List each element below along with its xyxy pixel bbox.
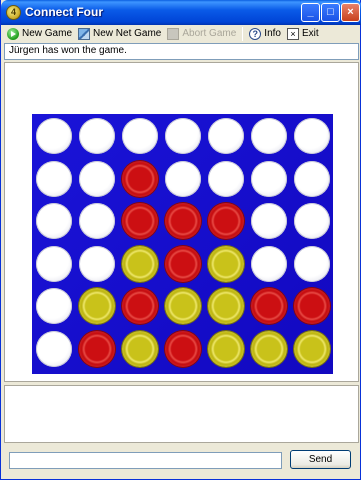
board-cell-red[interactable] bbox=[122, 203, 158, 240]
status-message: Jürgen has won the game. bbox=[4, 43, 359, 60]
board-cell-empty[interactable] bbox=[294, 245, 330, 282]
board-cell-red[interactable] bbox=[122, 288, 158, 325]
board-cell-red[interactable] bbox=[208, 203, 244, 240]
maximize-button[interactable]: □ bbox=[321, 3, 340, 22]
board-cell-empty[interactable] bbox=[122, 118, 158, 154]
board-cell-empty[interactable] bbox=[36, 245, 72, 282]
app-icon: 4 bbox=[6, 5, 21, 20]
board-cell-empty[interactable] bbox=[294, 203, 330, 240]
minimize-button[interactable]: _ bbox=[301, 3, 320, 22]
abort-game-label: Abort Game bbox=[182, 28, 237, 39]
exit-label: Exit bbox=[301, 28, 319, 39]
board-cell-empty[interactable] bbox=[79, 203, 115, 240]
board-cell-yellow[interactable] bbox=[294, 331, 330, 367]
board-cell-empty[interactable] bbox=[36, 331, 72, 367]
close-button[interactable]: × bbox=[341, 3, 360, 22]
board-cell-yellow[interactable] bbox=[251, 331, 287, 367]
board-cell-empty[interactable] bbox=[251, 203, 287, 240]
board-cell-empty[interactable] bbox=[36, 118, 72, 154]
board-cell-red[interactable] bbox=[165, 203, 201, 240]
board-cell-empty[interactable] bbox=[165, 160, 201, 197]
exit-icon: × bbox=[286, 27, 299, 40]
toolbar: New Game New Net Game Abort Game ? Info … bbox=[4, 25, 359, 42]
board-cell-red[interactable] bbox=[251, 288, 287, 325]
board-cell-yellow[interactable] bbox=[122, 245, 158, 282]
send-button[interactable]: Send bbox=[290, 450, 351, 469]
board-cell-empty[interactable] bbox=[79, 118, 115, 154]
board-cell-yellow[interactable] bbox=[208, 288, 244, 325]
board-panel bbox=[4, 62, 359, 382]
board-cell-empty[interactable] bbox=[294, 118, 330, 154]
board-cell-empty[interactable] bbox=[294, 160, 330, 197]
board-cell-yellow[interactable] bbox=[79, 288, 115, 325]
toolbar-separator bbox=[242, 26, 244, 41]
window-title: Connect Four bbox=[25, 5, 103, 19]
board-cell-empty[interactable] bbox=[251, 118, 287, 154]
board-cell-empty[interactable] bbox=[251, 245, 287, 282]
new-net-game-label: New Net Game bbox=[93, 28, 162, 39]
board-cell-empty[interactable] bbox=[165, 118, 201, 154]
board-cell-red[interactable] bbox=[165, 245, 201, 282]
game-window: 4 Connect Four _ □ × New Game New Net Ga… bbox=[0, 0, 361, 480]
new-game-button[interactable]: New Game bbox=[4, 25, 75, 42]
board-cell-red[interactable] bbox=[165, 331, 201, 367]
exit-button[interactable]: × Exit bbox=[284, 25, 322, 42]
board-cell-red[interactable] bbox=[122, 160, 158, 197]
board-cell-empty[interactable] bbox=[36, 160, 72, 197]
info-label: Info bbox=[264, 28, 281, 39]
board-cell-empty[interactable] bbox=[79, 160, 115, 197]
board-cell-empty[interactable] bbox=[208, 118, 244, 154]
board-cell-empty[interactable] bbox=[36, 288, 72, 325]
abort-icon bbox=[167, 27, 180, 40]
board-cell-red[interactable] bbox=[79, 331, 115, 367]
chat-input[interactable] bbox=[9, 452, 282, 469]
abort-game-button[interactable]: Abort Game bbox=[164, 25, 239, 42]
board-cell-empty[interactable] bbox=[36, 203, 72, 240]
new-game-label: New Game bbox=[22, 28, 73, 39]
network-icon bbox=[78, 27, 91, 40]
board-cell-empty[interactable] bbox=[79, 245, 115, 282]
board-cell-yellow[interactable] bbox=[208, 331, 244, 367]
info-button[interactable]: ? Info bbox=[246, 25, 284, 42]
board-cell-yellow[interactable] bbox=[208, 245, 244, 282]
board-cell-yellow[interactable] bbox=[165, 288, 201, 325]
title-bar[interactable]: 4 Connect Four _ □ × bbox=[1, 0, 361, 25]
info-icon: ? bbox=[249, 27, 262, 40]
new-net-game-button[interactable]: New Net Game bbox=[75, 25, 164, 42]
game-board[interactable] bbox=[32, 114, 333, 374]
board-cell-empty[interactable] bbox=[251, 160, 287, 197]
board-cell-red[interactable] bbox=[294, 288, 330, 325]
play-icon bbox=[7, 27, 19, 40]
board-cell-empty[interactable] bbox=[208, 160, 244, 197]
chat-log[interactable] bbox=[4, 385, 359, 443]
board-cell-yellow[interactable] bbox=[122, 331, 158, 367]
